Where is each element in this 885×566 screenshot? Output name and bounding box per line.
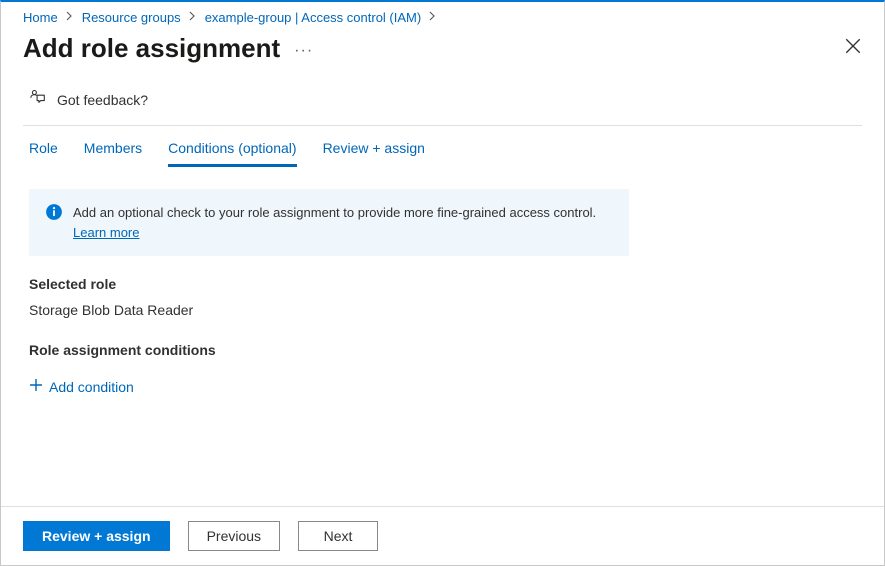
close-icon[interactable] [844,37,862,60]
breadcrumb-example-group[interactable]: example-group | Access control (IAM) [205,10,422,25]
tab-conditions[interactable]: Conditions (optional) [168,140,296,167]
selected-role-section: Selected role Storage Blob Data Reader [1,256,884,322]
add-condition-label: Add condition [49,379,134,395]
breadcrumb-home[interactable]: Home [23,10,58,25]
feedback-label: Got feedback? [57,92,148,108]
conditions-label: Role assignment conditions [29,342,856,358]
next-button[interactable]: Next [298,521,378,551]
selected-role-value: Storage Blob Data Reader [29,302,856,318]
breadcrumb: Home Resource groups example-group | Acc… [1,2,884,29]
info-banner: Add an optional check to your role assig… [29,189,629,256]
tab-review-assign[interactable]: Review + assign [323,140,425,167]
footer: Review + assign Previous Next [1,506,884,565]
review-assign-button[interactable]: Review + assign [23,521,170,551]
tabs: Role Members Conditions (optional) Revie… [1,126,884,167]
more-ellipsis-icon[interactable]: ··· [294,42,313,60]
info-icon [45,203,63,227]
feedback-row[interactable]: Got feedback? [23,74,862,126]
page-title: Add role assignment [23,33,280,64]
chevron-right-icon [62,11,78,24]
add-condition-button[interactable]: Add condition [29,368,856,395]
plus-icon [29,378,43,395]
learn-more-link[interactable]: Learn more [73,225,139,240]
info-banner-text: Add an optional check to your role assig… [73,203,613,242]
tab-members[interactable]: Members [84,140,142,167]
previous-button[interactable]: Previous [188,521,280,551]
breadcrumb-resource-groups[interactable]: Resource groups [82,10,181,25]
page-header: Add role assignment ··· [1,29,884,74]
tab-role[interactable]: Role [29,140,58,167]
conditions-section: Role assignment conditions Add condition [1,322,884,395]
chevron-right-icon [425,11,441,24]
feedback-icon [29,88,47,111]
chevron-right-icon [185,11,201,24]
selected-role-label: Selected role [29,276,856,292]
